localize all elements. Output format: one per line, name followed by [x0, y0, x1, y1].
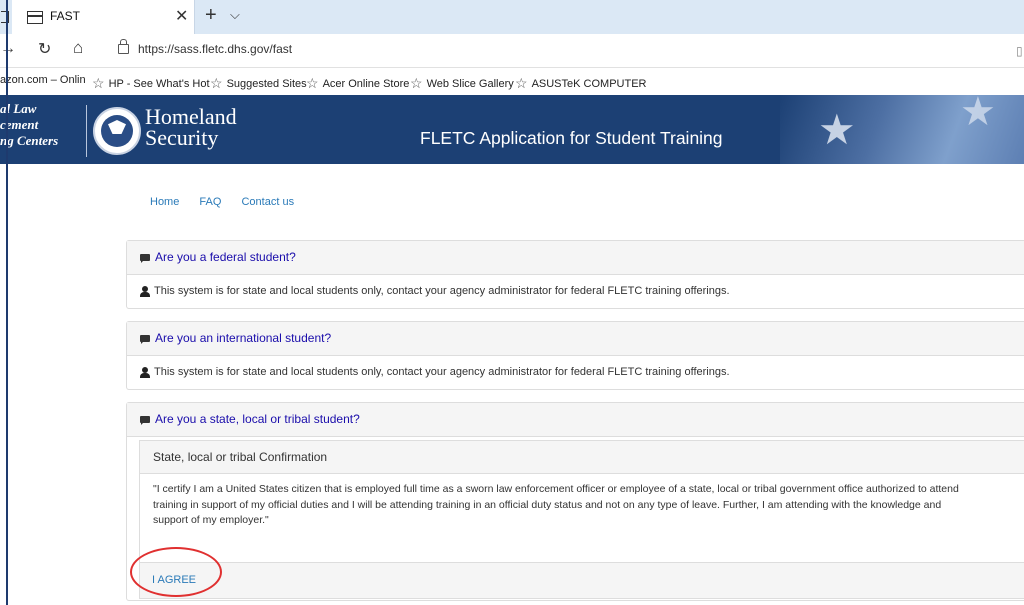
logo-line: cement: [0, 117, 39, 132]
agency-line: Security: [145, 125, 219, 150]
federal-student-panel: Are you a federal student? This system i…: [126, 240, 1024, 309]
favorite-label: azon.com – Onlin: [0, 74, 86, 86]
international-student-panel: Are you an international student? This s…: [126, 321, 1024, 390]
fletc-text-logo: al Law cement ng Centers: [0, 101, 86, 149]
statement-line: support of my employer.": [153, 514, 269, 526]
dhs-seal-icon: [93, 107, 141, 155]
logo-line: ng Centers: [0, 133, 59, 148]
previous-tab[interactable]: [0, 0, 10, 34]
panel-heading[interactable]: Are you an international student?: [127, 322, 1024, 356]
comment-icon: [140, 416, 150, 425]
forward-icon[interactable]: →: [0, 40, 16, 58]
home-icon[interactable]: ⌂: [73, 38, 83, 58]
panel-body: This system is for state and local stude…: [127, 275, 1024, 308]
refresh-icon[interactable]: ↻: [38, 39, 51, 59]
statement-line: training in support of my official dutie…: [153, 498, 942, 511]
favorite-label: HP - See What's Hot: [108, 78, 210, 90]
user-icon: [140, 286, 150, 297]
confirmation-title: State, local or tribal Confirmation: [153, 450, 328, 464]
favorite-web-slice[interactable]: ☆ Web Slice Gallery: [410, 74, 514, 91]
nav-home-link[interactable]: Home: [150, 196, 179, 208]
agency-line: Homeland: [145, 104, 237, 129]
close-tab-icon[interactable]: ✕: [175, 6, 188, 26]
panel-question[interactable]: Are you a state, local or tribal student…: [155, 412, 360, 426]
favorite-acer[interactable]: ☆ Acer Online Store: [306, 74, 409, 91]
star-icon: ☆: [410, 75, 423, 91]
nav-faq-link[interactable]: FAQ: [199, 196, 221, 208]
favorite-amazon[interactable]: azon.com – Onlin: [0, 74, 86, 86]
nav-contact-link[interactable]: Contact us: [241, 196, 294, 208]
lock-icon: [118, 39, 129, 54]
panel-heading[interactable]: Are you a state, local or tribal student…: [127, 403, 1024, 437]
confirmation-statement: "I certify I am a United States citizen …: [153, 482, 1024, 529]
star-icon: ★: [818, 106, 856, 153]
confirmation-footer: I AGREE: [140, 562, 1024, 598]
new-tab-icon[interactable]: +: [205, 4, 217, 27]
address-bar: → ↻ ⌂ https://sass.fletc.dhs.gov/fast ▯: [0, 34, 1024, 68]
url-field[interactable]: https://sass.fletc.dhs.gov/fast: [138, 42, 292, 56]
banner-divider: [86, 105, 87, 157]
favorite-suggested-sites[interactable]: ☆ Suggested Sites: [210, 74, 307, 91]
panel-question[interactable]: Are you an international student?: [155, 331, 331, 345]
browser-tab-bar: FAST ✕ + ⌵: [0, 0, 1024, 35]
star-icon: ☆: [306, 75, 319, 91]
page-icon: [27, 11, 43, 24]
annotation-circle: [130, 547, 222, 597]
comment-icon: [140, 335, 150, 344]
favorite-label: Acer Online Store: [322, 78, 410, 90]
favorite-hp[interactable]: ☆ HP - See What's Hot: [92, 74, 210, 91]
favorite-label: ASUSTeK COMPUTER: [531, 78, 647, 90]
window-left-border: [6, 0, 8, 605]
reading-view-icon[interactable]: ▯: [1016, 44, 1023, 58]
app-title: FLETC Application for Student Training: [420, 128, 723, 148]
confirmation-heading: State, local or tribal Confirmation: [140, 441, 1024, 474]
favorite-label: Web Slice Gallery: [426, 78, 514, 90]
star-icon: ☆: [515, 75, 528, 91]
panel-body: This system is for state and local stude…: [127, 356, 1024, 389]
star-icon: ☆: [210, 75, 223, 91]
favorite-label: Suggested Sites: [226, 78, 307, 90]
user-icon: [140, 367, 150, 378]
favorites-bar: azon.com – Onlin ☆ HP - See What's Hot ☆ S…: [0, 68, 1024, 95]
panel-question[interactable]: Are you a federal student?: [155, 250, 296, 264]
confirmation-box: State, local or tribal Confirmation "I c…: [139, 440, 1024, 599]
tab-fast[interactable]: FAST ✕: [12, 0, 195, 34]
panel-message: This system is for state and local stude…: [154, 285, 730, 297]
star-icon: ★: [960, 95, 996, 134]
comment-icon: [140, 254, 150, 263]
tab-title: FAST: [50, 9, 81, 23]
favorite-asus[interactable]: ☆ ASUSTeK COMPUTER: [515, 74, 646, 91]
agency-name: Homeland Security: [145, 104, 237, 150]
panel-heading[interactable]: Are you a federal student?: [127, 241, 1024, 275]
site-nav: Home FAQ Contact us: [150, 196, 311, 208]
state-local-tribal-panel: Are you a state, local or tribal student…: [126, 402, 1024, 601]
logo-line: al Law: [0, 101, 37, 116]
statement-line: "I certify I am a United States citizen …: [153, 483, 959, 495]
panel-message: This system is for state and local stude…: [154, 366, 730, 378]
chevron-down-icon[interactable]: ⌵: [230, 7, 240, 23]
site-banner: al Law cement ng Centers Homeland Securi…: [0, 95, 1024, 164]
star-icon: ☆: [92, 75, 105, 91]
